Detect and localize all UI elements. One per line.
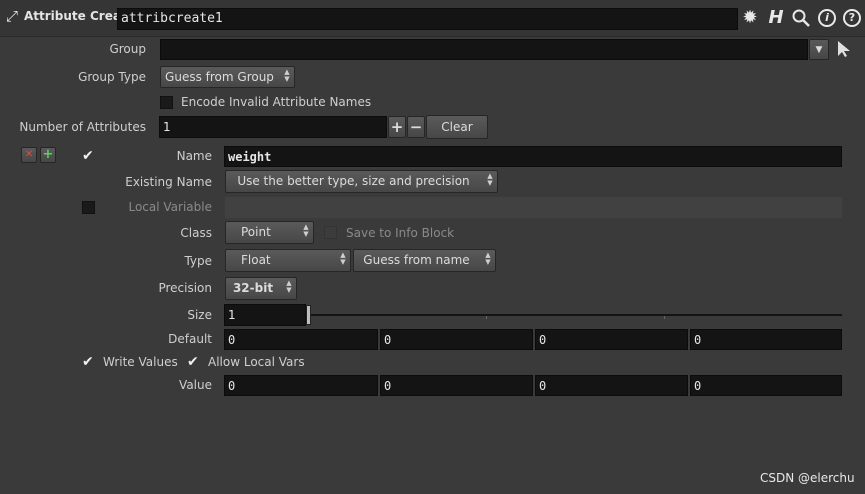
size-label: Size bbox=[187, 308, 212, 322]
local-variable-checkbox[interactable] bbox=[82, 201, 95, 214]
class-label: Class bbox=[180, 226, 212, 240]
group-field[interactable] bbox=[160, 39, 808, 60]
allow-local-vars-label: Allow Local Vars bbox=[208, 355, 305, 369]
group-type-value: Guess from Group bbox=[165, 70, 274, 84]
encode-invalid-checkbox[interactable] bbox=[160, 96, 173, 109]
value-field-1[interactable]: 0 bbox=[380, 375, 533, 396]
precision-menu[interactable]: 32-bit ▲ ▼ bbox=[225, 277, 297, 300]
group-label: Group bbox=[109, 42, 146, 56]
add-attribute-button[interactable]: + bbox=[388, 116, 406, 138]
typeinfo-menu[interactable]: Guess from name ▲ ▼ bbox=[353, 249, 496, 272]
size-slider-tick bbox=[664, 316, 665, 319]
insert-instance-button[interactable]: + bbox=[40, 147, 56, 163]
type-value: Float bbox=[241, 253, 271, 267]
write-values-checkmark[interactable]: ✔ bbox=[82, 355, 94, 369]
select-arrow-icon[interactable] bbox=[836, 40, 852, 58]
encode-invalid-label: Encode Invalid Attribute Names bbox=[181, 95, 372, 109]
type-menu[interactable]: Float ▲ ▼ bbox=[225, 249, 351, 272]
num-attributes-field[interactable]: 1 bbox=[159, 116, 387, 138]
default-label: Default bbox=[168, 332, 212, 346]
watermark: CSDN @elerchu bbox=[760, 471, 855, 485]
class-menu[interactable]: Point ▲ ▼ bbox=[225, 221, 314, 244]
remove-attribute-button[interactable]: − bbox=[407, 116, 425, 138]
typeinfo-value: Guess from name bbox=[363, 253, 470, 267]
info-icon[interactable]: i bbox=[818, 9, 836, 27]
name-field[interactable]: weight bbox=[224, 146, 842, 167]
save-info-checkbox[interactable] bbox=[324, 226, 337, 239]
size-field[interactable]: 1 bbox=[224, 304, 306, 326]
size-slider-handle[interactable] bbox=[306, 305, 311, 325]
node-name-field[interactable]: attribcreate1 bbox=[117, 8, 738, 30]
value-field-3[interactable]: 0 bbox=[690, 375, 842, 396]
write-values-label: Write Values bbox=[103, 355, 178, 369]
houdini-h-icon[interactable]: H bbox=[765, 8, 787, 28]
save-info-label: Save to Info Block bbox=[346, 226, 455, 240]
updown-icon: ▲ ▼ bbox=[487, 172, 493, 187]
value-label: Value bbox=[179, 378, 212, 392]
existing-name-label: Existing Name bbox=[125, 175, 212, 189]
type-label: Type bbox=[184, 254, 212, 268]
name-label: Name bbox=[176, 149, 212, 163]
updown-icon: ▲ ▼ bbox=[286, 279, 292, 294]
updown-icon: ▲ ▼ bbox=[340, 251, 346, 266]
search-icon[interactable] bbox=[792, 9, 810, 27]
default-field-3[interactable]: 0 bbox=[690, 329, 842, 350]
precision-label: Precision bbox=[158, 281, 212, 295]
default-field-0[interactable]: 0 bbox=[224, 329, 378, 350]
size-slider-tick bbox=[486, 316, 487, 319]
value-field-0[interactable]: 0 bbox=[224, 375, 378, 396]
num-attributes-label: Number of Attributes bbox=[19, 120, 146, 134]
group-dropdown-button[interactable]: ▼ bbox=[809, 39, 829, 60]
value-field-2[interactable]: 0 bbox=[535, 375, 688, 396]
clear-button[interactable]: Clear bbox=[426, 115, 488, 139]
enable-instance-checkmark[interactable]: ✔ bbox=[82, 149, 94, 163]
default-field-2[interactable]: 0 bbox=[535, 329, 688, 350]
default-field-1[interactable]: 0 bbox=[380, 329, 533, 350]
updown-icon: ▲ ▼ bbox=[485, 251, 491, 266]
class-value: Point bbox=[241, 225, 271, 239]
group-type-menu[interactable]: Guess from Group ▲ ▼ bbox=[160, 66, 295, 88]
group-type-label: Group Type bbox=[78, 70, 146, 84]
existing-name-value: Use the better type, size and precision bbox=[237, 174, 470, 188]
help-icon[interactable]: ? bbox=[843, 9, 861, 27]
node-type-icon[interactable]: ⤢ bbox=[2, 6, 22, 26]
allow-local-vars-checkmark[interactable]: ✔ bbox=[187, 355, 199, 369]
updown-icon: ▲ ▼ bbox=[303, 223, 309, 238]
precision-value: 32-bit bbox=[232, 281, 274, 295]
updown-icon: ▲ ▼ bbox=[284, 68, 290, 83]
local-variable-field[interactable] bbox=[225, 197, 842, 218]
size-slider-track[interactable] bbox=[308, 314, 842, 316]
gear-icon[interactable]: ✹ bbox=[739, 8, 761, 28]
local-variable-label: Local Variable bbox=[128, 200, 212, 214]
existing-name-menu[interactable]: Use the better type, size and precision … bbox=[225, 170, 498, 193]
remove-instance-button[interactable]: ✕ bbox=[21, 147, 37, 163]
